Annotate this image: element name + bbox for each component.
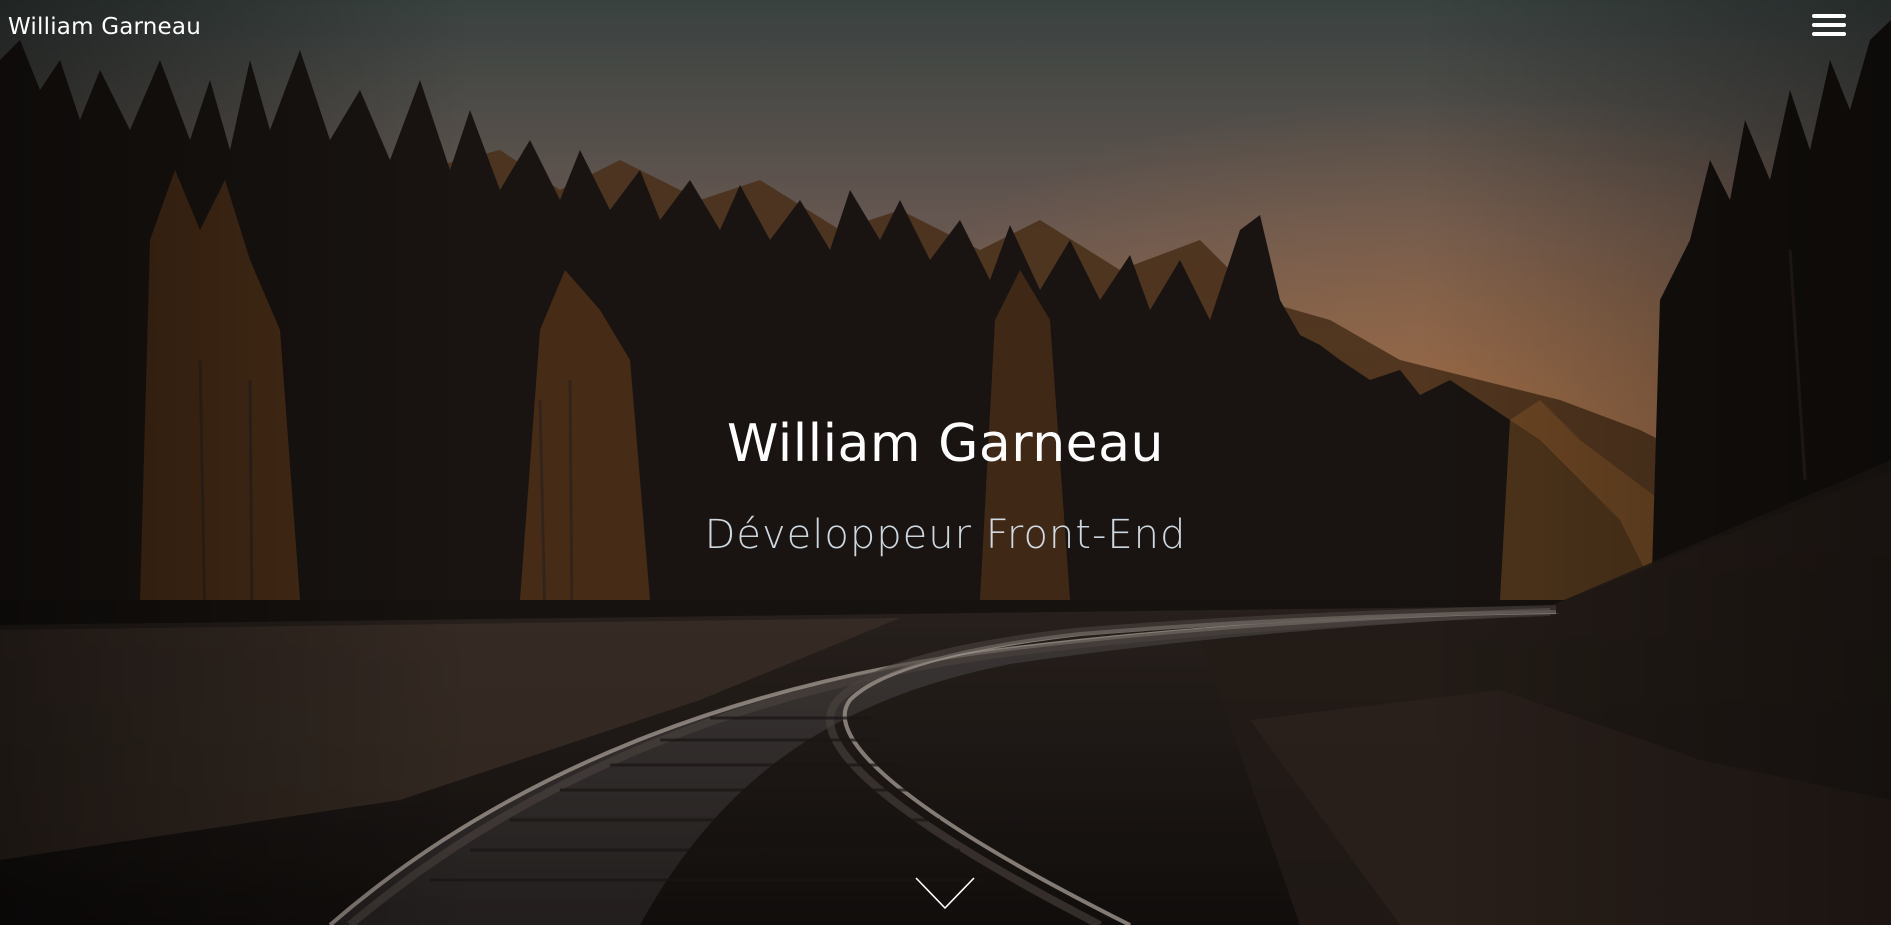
hero-title: William Garneau [726,414,1164,474]
site-brand[interactable]: William Garneau [8,12,201,42]
chevron-down-icon[interactable] [914,876,976,912]
menu-bar [1812,14,1846,18]
menu-bar [1812,32,1846,36]
hero-subtitle: Développeur Front-End [704,512,1187,558]
hamburger-menu-icon[interactable] [1812,14,1848,40]
menu-bar [1812,23,1846,27]
hero-section: William Garneau William Garneau Développ… [0,0,1891,925]
